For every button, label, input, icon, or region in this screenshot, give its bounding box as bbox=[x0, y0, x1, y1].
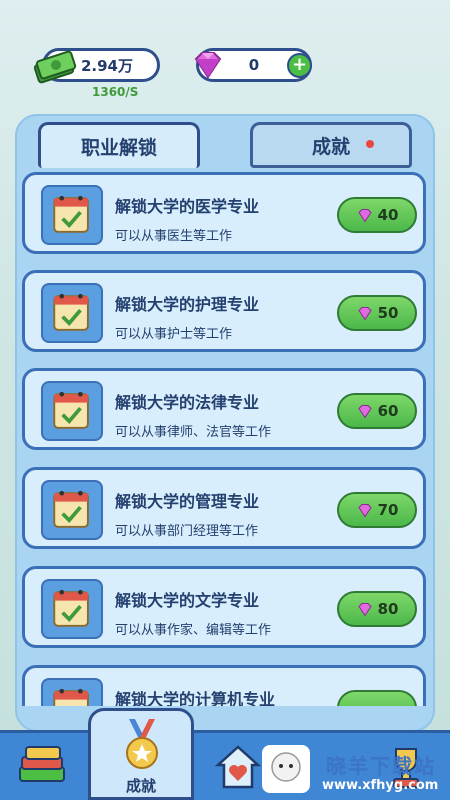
list-item: 解锁大学的计算机专业 bbox=[22, 665, 426, 706]
gem-icon bbox=[194, 52, 222, 79]
unlock-cost: 60 bbox=[377, 402, 399, 420]
home-heart-icon[interactable] bbox=[212, 741, 264, 793]
calendar-check-icon bbox=[41, 283, 103, 343]
notification-dot bbox=[366, 140, 374, 148]
cash-stack-icon bbox=[33, 50, 77, 84]
add-gems-button[interactable]: + bbox=[287, 53, 312, 78]
watermark-url: www.xfhyg.com bbox=[322, 778, 439, 793]
tab-career-unlock-label: 职业解锁 bbox=[80, 137, 157, 159]
card-subtitle: 可以从事作家、编辑等工作 bbox=[115, 623, 272, 638]
gem-icon bbox=[357, 503, 372, 517]
unlock-button[interactable]: 40 bbox=[337, 197, 417, 233]
nav-label-achievements: 成就 bbox=[125, 777, 156, 795]
calendar-check-icon bbox=[41, 579, 103, 639]
gem-icon bbox=[357, 404, 372, 418]
card-title: 解锁大学的法律专业 bbox=[115, 393, 260, 412]
tab-achievements-label: 成就 bbox=[311, 135, 350, 158]
list-item: 解锁大学的护理专业 可以从事护士等工作 50 bbox=[22, 270, 426, 352]
unlock-button[interactable] bbox=[337, 690, 417, 706]
list-item: 解锁大学的医学专业 可以从事医生等工作 40 bbox=[22, 172, 426, 254]
unlock-cost: 50 bbox=[377, 304, 399, 322]
watermark-text: 晓羊下载站 bbox=[326, 754, 436, 778]
tab-achievements[interactable]: 成就 bbox=[250, 122, 412, 168]
gem-icon bbox=[357, 306, 372, 320]
calendar-check-icon bbox=[41, 678, 103, 706]
card-title: 解锁大学的护理专业 bbox=[115, 295, 260, 314]
book-icon[interactable] bbox=[14, 741, 70, 793]
unlock-cost: 80 bbox=[377, 600, 399, 618]
unlock-button[interactable]: 50 bbox=[337, 295, 417, 331]
calendar-check-icon bbox=[41, 185, 103, 245]
unlock-button[interactable]: 70 bbox=[337, 492, 417, 528]
unlock-cost: 70 bbox=[377, 501, 399, 519]
list-item: 解锁大学的文学专业 可以从事作家、编辑等工作 80 bbox=[22, 566, 426, 648]
money-value: 2.94万 bbox=[80, 56, 133, 75]
money-rate: 1360/S bbox=[92, 85, 139, 99]
unlock-button[interactable]: 80 bbox=[337, 591, 417, 627]
card-title: 解锁大学的文学专业 bbox=[115, 591, 260, 610]
card-title: 解锁大学的管理专业 bbox=[115, 492, 260, 511]
gem-icon bbox=[357, 602, 372, 616]
card-subtitle: 可以从事护士等工作 bbox=[115, 327, 233, 342]
list-item: 解锁大学的法律专业 可以从事律师、法官等工作 60 bbox=[22, 368, 426, 450]
calendar-check-icon bbox=[41, 381, 103, 441]
tab-career-unlock[interactable]: 职业解锁 bbox=[38, 122, 200, 168]
watermark: 晓羊下载站 www.xfhyg.com bbox=[300, 748, 450, 800]
unlock-list[interactable]: 解锁大学的医学专业 可以从事医生等工作 40 解锁大学的护理专业 可以从事护士等… bbox=[22, 166, 428, 706]
card-subtitle: 可以从事律师、法官等工作 bbox=[115, 425, 272, 440]
list-item: 解锁大学的管理专业 可以从事部门经理等工作 70 bbox=[22, 467, 426, 549]
card-title: 解锁大学的计算机专业 bbox=[115, 690, 276, 706]
unlock-button[interactable]: 60 bbox=[337, 393, 417, 429]
calendar-check-icon bbox=[41, 480, 103, 540]
card-subtitle: 可以从事医生等工作 bbox=[115, 229, 233, 244]
gem-value: 0 bbox=[248, 56, 260, 74]
card-subtitle: 可以从事部门经理等工作 bbox=[115, 524, 259, 539]
medal-icon bbox=[126, 719, 158, 769]
plus-icon: + bbox=[291, 54, 308, 75]
unlock-cost: 40 bbox=[377, 206, 399, 224]
nav-item-achievements[interactable]: 成就 bbox=[88, 708, 194, 800]
gem-icon bbox=[357, 208, 372, 222]
card-title: 解锁大学的医学专业 bbox=[115, 197, 260, 216]
